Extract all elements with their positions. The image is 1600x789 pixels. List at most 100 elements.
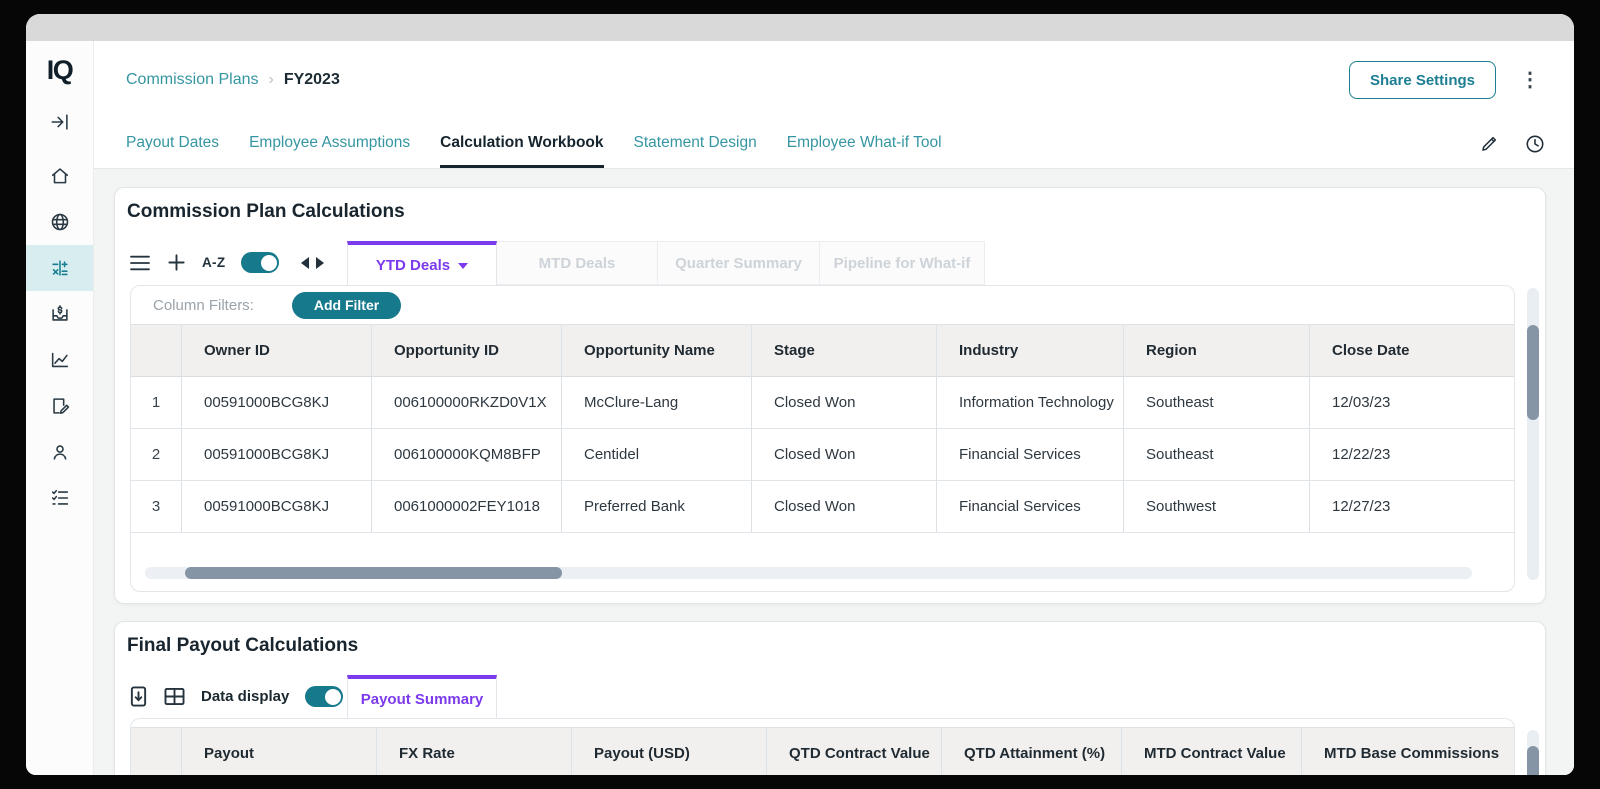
add-icon[interactable] — [167, 253, 186, 272]
cell-owner-id[interactable]: 00591000BCG8KJ — [181, 377, 371, 429]
sheet-tab-label: Payout Summary — [361, 691, 484, 708]
column-header[interactable]: Owner ID — [181, 325, 371, 377]
breadcrumb-separator: › — [268, 71, 273, 89]
vertical-scrollbar-thumb[interactable] — [1527, 746, 1539, 775]
cell-stage[interactable]: Closed Won — [751, 481, 936, 533]
column-header[interactable]: FX Rate — [376, 728, 571, 775]
collapse-panel-icon[interactable] — [26, 99, 93, 145]
tab-statement-design[interactable]: Statement Design — [634, 119, 757, 168]
sort-toggle[interactable] — [241, 252, 279, 273]
sheet-toolbar: A-Z — [129, 240, 324, 285]
cell-stage[interactable]: Closed Won — [751, 429, 936, 481]
cell-opportunity-name[interactable]: McClure-Lang — [561, 377, 751, 429]
breadcrumb-current: FY2023 — [284, 71, 340, 89]
cell-opportunity-name[interactable]: Centidel — [561, 429, 751, 481]
edit-pencil-icon[interactable] — [1479, 133, 1500, 154]
cell-stage[interactable]: Closed Won — [751, 377, 936, 429]
kebab-menu-icon[interactable]: ⋮ — [1514, 66, 1546, 94]
cell-industry[interactable]: Financial Services — [936, 481, 1123, 533]
horizontal-scrollbar-thumb[interactable] — [185, 567, 562, 579]
main-panel: Commission Plans › FY2023 Share Settings… — [94, 41, 1574, 775]
filter-row: Column Filters: Add Filter — [131, 286, 1514, 324]
calculations-icon[interactable] — [26, 245, 93, 291]
cell-opportunity-id[interactable]: 006100000RKZD0V1X — [371, 377, 561, 429]
cell-close-date[interactable]: 12/03/23 — [1309, 377, 1514, 429]
cell-opportunity-name[interactable]: Preferred Bank — [561, 481, 751, 533]
cell-region[interactable]: Southeast — [1123, 377, 1309, 429]
export-file-icon[interactable] — [129, 686, 148, 707]
sheet-tab-label: YTD Deals — [376, 257, 450, 274]
column-filters-label: Column Filters: — [153, 297, 254, 314]
cell-opportunity-id[interactable]: 006100000KQM8BFP — [371, 429, 561, 481]
sort-az-label: A-Z — [202, 255, 225, 270]
workbook-tabbar: Payout Dates Employee Assumptions Calcul… — [94, 119, 1574, 169]
tab-employee-assumptions[interactable]: Employee Assumptions — [249, 119, 410, 168]
tab-employee-what-if-tool[interactable]: Employee What-if Tool — [787, 119, 942, 168]
share-settings-button[interactable]: Share Settings — [1349, 61, 1496, 99]
column-header[interactable]: QTD Attainment (%) — [941, 728, 1121, 775]
column-header[interactable]: MTD Base Commissions — [1301, 728, 1514, 775]
column-header[interactable]: Industry — [936, 325, 1123, 377]
payout-sheet: Payout FX Rate Payout (USD) QTD Contract… — [130, 718, 1515, 775]
checklist-icon[interactable] — [26, 475, 93, 521]
statement-edit-icon[interactable] — [26, 383, 93, 429]
performance-chart-icon[interactable] — [26, 337, 93, 383]
payout-toolbar: Data display — [129, 674, 343, 719]
home-icon[interactable] — [26, 153, 93, 199]
user-icon[interactable] — [26, 429, 93, 475]
column-header[interactable]: MTD Contract Value — [1121, 728, 1301, 775]
payout-inbox-icon[interactable] — [26, 291, 93, 337]
row-number-header — [131, 325, 181, 377]
row-number: 1 — [131, 377, 181, 429]
globe-icon[interactable] — [26, 199, 93, 245]
vertical-scrollbar[interactable] — [1527, 730, 1539, 775]
vertical-scrollbar-thumb[interactable] — [1527, 325, 1539, 420]
prev-sheet-icon[interactable] — [301, 257, 309, 269]
sheet-tabs: YTD Deals MTD Deals Quarter Summary Pipe… — [347, 241, 985, 285]
cell-industry[interactable]: Financial Services — [936, 429, 1123, 481]
cell-region[interactable]: Southeast — [1123, 429, 1309, 481]
sheet-tab-ytd-deals[interactable]: YTD Deals — [347, 241, 497, 285]
add-filter-button[interactable]: Add Filter — [292, 292, 401, 319]
breadcrumb-parent-link[interactable]: Commission Plans — [126, 71, 258, 89]
column-header[interactable]: Opportunity Name — [561, 325, 751, 377]
sheet-tab-quarter-summary[interactable]: Quarter Summary — [658, 241, 820, 285]
column-header[interactable]: Opportunity ID — [371, 325, 561, 377]
payout-sheet-tabs: Payout Summary — [347, 675, 497, 719]
section-title: Commission Plan Calculations — [127, 201, 405, 223]
data-display-toggle[interactable] — [305, 686, 343, 707]
table-grid-icon[interactable] — [164, 687, 185, 706]
sidebar: IQ — [26, 41, 94, 775]
cell-opportunity-id[interactable]: 0061000002FEY1018 — [371, 481, 561, 533]
sheet-tab-pipeline-what-if[interactable]: Pipeline for What-if — [820, 241, 985, 285]
cell-region[interactable]: Southwest — [1123, 481, 1309, 533]
vertical-scrollbar[interactable] — [1527, 288, 1539, 580]
row-number: 3 — [131, 481, 181, 533]
column-header[interactable]: QTD Contract Value — [766, 728, 941, 775]
history-clock-icon[interactable] — [1524, 133, 1546, 155]
cell-owner-id[interactable]: 00591000BCG8KJ — [181, 429, 371, 481]
column-header[interactable]: Stage — [751, 325, 936, 377]
deals-table: Owner ID Opportunity ID Opportunity Name… — [131, 324, 1514, 533]
menu-icon[interactable] — [129, 254, 151, 272]
section-title: Final Payout Calculations — [127, 635, 358, 657]
app-logo: IQ — [26, 41, 93, 99]
sheet-tab-payout-summary[interactable]: Payout Summary — [347, 675, 497, 719]
tab-calculation-workbook[interactable]: Calculation Workbook — [440, 119, 603, 168]
column-header[interactable]: Payout — [181, 728, 376, 775]
app-window: IQ — [26, 14, 1574, 775]
workbook-content: Commission Plan Calculations A-Z — [94, 169, 1574, 775]
cell-close-date[interactable]: 12/27/23 — [1309, 481, 1514, 533]
column-header[interactable]: Payout (USD) — [571, 728, 766, 775]
column-header[interactable]: Close Date — [1309, 325, 1514, 377]
cell-owner-id[interactable]: 00591000BCG8KJ — [181, 481, 371, 533]
next-sheet-icon[interactable] — [316, 257, 324, 269]
sheet-tab-mtd-deals[interactable]: MTD Deals — [497, 241, 658, 285]
tab-payout-dates[interactable]: Payout Dates — [126, 119, 219, 168]
horizontal-scrollbar[interactable] — [145, 567, 1472, 579]
column-header[interactable]: Region — [1123, 325, 1309, 377]
final-payout-calculations-card: Final Payout Calculations Data display — [114, 621, 1546, 775]
page-header: Commission Plans › FY2023 Share Settings… — [94, 41, 1574, 119]
cell-close-date[interactable]: 12/22/23 — [1309, 429, 1514, 481]
cell-industry[interactable]: Information Technology — [936, 377, 1123, 429]
